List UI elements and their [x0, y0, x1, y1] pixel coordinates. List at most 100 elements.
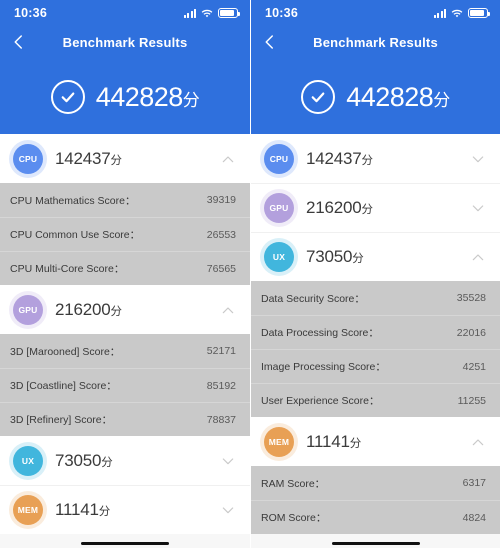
status-bar-clock: 10:36: [265, 6, 298, 20]
category-score-gpu: 216200分: [55, 299, 122, 319]
category-badge-ux-icon: UX: [13, 445, 43, 476]
subscore-label: 3D [Coastline] Score：: [10, 380, 117, 392]
category-badge-halo-ux: UX: [260, 238, 298, 276]
subscore-label: Image Processing Score：: [261, 361, 386, 373]
category-row-gpu[interactable]: GPU 216200分: [251, 183, 500, 232]
page-title: Benchmark Results: [313, 34, 438, 50]
subscore-value: 6317: [462, 477, 486, 489]
category-badge-cpu-icon: CPU: [264, 143, 294, 174]
category-badge-mem-icon: MEM: [13, 495, 43, 525]
cellular-signal-icon: [433, 8, 446, 18]
subscore-row: Data Security Score： 35528: [251, 281, 500, 315]
status-bar-icons: [433, 8, 490, 18]
category-row-mem[interactable]: MEM 11141分: [251, 417, 500, 466]
total-score-block: 442828分: [251, 80, 500, 114]
subscore-value: 76565: [206, 262, 236, 275]
category-score-gpu: 216200分: [306, 198, 373, 217]
subscore-value: 78837: [206, 413, 236, 426]
subscore-value: 52171: [206, 345, 236, 357]
subscore-value: 39319: [206, 194, 236, 206]
subscore-value: 35528: [456, 292, 486, 304]
subscore-row: CPU Multi-Core Score： 76565: [0, 251, 250, 285]
status-bar: 10:36: [0, 0, 250, 26]
subscore-row: ROM Score： 4824: [251, 500, 500, 534]
subscore-row: 3D [Marooned] Score： 52171: [0, 334, 250, 368]
subscore-label: CPU Multi-Core Score：: [10, 263, 125, 275]
chevron-up-icon[interactable]: [220, 151, 236, 167]
score-list: CPU 142437分 CPU Mathematics Score： 39319 CPU…: [0, 134, 250, 548]
category-badge-halo-gpu: GPU: [260, 189, 298, 227]
app-header: 10:36 Benchmark Results 442828分: [0, 0, 250, 134]
status-bar: 10:36: [251, 0, 500, 26]
wifi-icon: [201, 9, 213, 18]
back-chevron-icon[interactable]: [10, 33, 28, 51]
subscore-label: 3D [Marooned] Score：: [10, 345, 121, 358]
category-row-ux[interactable]: UX 73050分: [0, 436, 250, 485]
subscore-label: User Experience Score：: [261, 395, 380, 407]
app-header: 10:36 Benchmark Results 442828分: [251, 0, 500, 134]
total-score-block: 442828分: [0, 80, 250, 114]
category-badge-ux-icon: UX: [264, 242, 294, 272]
right-panel: 10:36 Benchmark Results 442828分 CPU 142437分 G…: [250, 0, 500, 548]
battery-icon: [468, 8, 490, 18]
subscore-row: RAM Score： 6317: [251, 466, 500, 500]
subscore-label: CPU Common Use Score：: [10, 229, 141, 241]
category-score-cpu: 142437分: [306, 148, 373, 168]
category-badge-halo-mem: MEM: [9, 491, 47, 529]
category-row-gpu[interactable]: GPU 216200分: [0, 285, 250, 334]
subscore-label: Data Security Score：: [261, 292, 365, 305]
subscore-group-cpu: CPU Mathematics Score： 39319 CPU Common Us…: [0, 183, 250, 285]
category-score-ux: 73050分: [55, 450, 113, 470]
category-score-cpu: 142437分: [55, 148, 122, 168]
subscore-row: User Experience Score： 11255: [251, 383, 500, 417]
category-badge-gpu-icon: GPU: [264, 193, 294, 223]
category-badge-halo-gpu: GPU: [9, 290, 47, 329]
subscore-row: Image Processing Score： 4251: [251, 349, 500, 383]
subscore-value: 22016: [456, 326, 486, 339]
status-bar-icons: [183, 8, 240, 18]
category-badge-halo-mem: MEM: [260, 422, 298, 461]
navigation-bar: Benchmark Results: [0, 26, 250, 58]
navigation-bar: Benchmark Results: [251, 26, 500, 58]
page-title: Benchmark Results: [62, 34, 188, 50]
subscore-label: CPU Mathematics Score：: [10, 194, 136, 207]
check-circle-icon: [50, 80, 85, 114]
category-score-ux: 73050分: [306, 247, 364, 266]
subscore-row: Data Processing Score： 22016: [251, 315, 500, 349]
subscore-label: RAM Score：: [261, 477, 326, 490]
subscore-row: CPU Common Use Score： 26553: [0, 217, 250, 251]
category-row-cpu[interactable]: CPU 142437分: [251, 134, 500, 183]
subscore-group-mem: RAM Score： 6317 ROM Score： 4824: [251, 466, 500, 534]
subscore-row: 3D [Coastline] Score： 85192: [0, 368, 250, 402]
chevron-up-icon[interactable]: [470, 249, 486, 265]
subscore-value: 85192: [206, 379, 236, 392]
subscore-label: ROM Score：: [261, 512, 327, 524]
subscore-value: 4824: [462, 511, 486, 524]
chevron-up-icon[interactable]: [470, 434, 486, 450]
subscore-group-ux: Data Security Score： 35528 Data Processing…: [251, 281, 500, 417]
chevron-up-icon[interactable]: [220, 302, 236, 318]
chevron-down-icon[interactable]: [470, 151, 486, 167]
subscore-value: 4251: [462, 360, 486, 373]
subscore-label: Data Processing Score：: [261, 327, 379, 339]
category-badge-halo-cpu: CPU: [9, 139, 47, 178]
dual-screenshot-container: 10:36 Benchmark Results 442828分 CPU 142437分 C…: [0, 0, 500, 548]
total-score-value: 442828分: [346, 81, 450, 112]
cellular-signal-icon: [183, 8, 196, 18]
chevron-down-icon[interactable]: [220, 502, 236, 518]
category-badge-mem-icon: MEM: [264, 426, 294, 457]
category-row-cpu[interactable]: CPU 142437分: [0, 134, 250, 183]
category-row-mem[interactable]: MEM 11141分: [0, 485, 250, 534]
subscore-group-gpu: 3D [Marooned] Score： 52171 3D [Coastline] …: [0, 334, 250, 436]
category-badge-cpu-icon: CPU: [13, 143, 43, 174]
subscore-row: 3D [Refinery] Score： 78837: [0, 402, 250, 436]
category-row-ux[interactable]: UX 73050分: [251, 232, 500, 281]
subscore-row: CPU Mathematics Score： 39319: [0, 183, 250, 217]
subscore-label: 3D [Refinery] Score：: [10, 414, 113, 426]
chevron-down-icon[interactable]: [220, 453, 236, 469]
back-chevron-icon[interactable]: [261, 33, 279, 51]
status-bar-clock: 10:36: [14, 6, 47, 20]
subscore-value: 11255: [457, 394, 486, 407]
chevron-down-icon[interactable]: [470, 200, 486, 216]
battery-icon: [218, 8, 240, 18]
